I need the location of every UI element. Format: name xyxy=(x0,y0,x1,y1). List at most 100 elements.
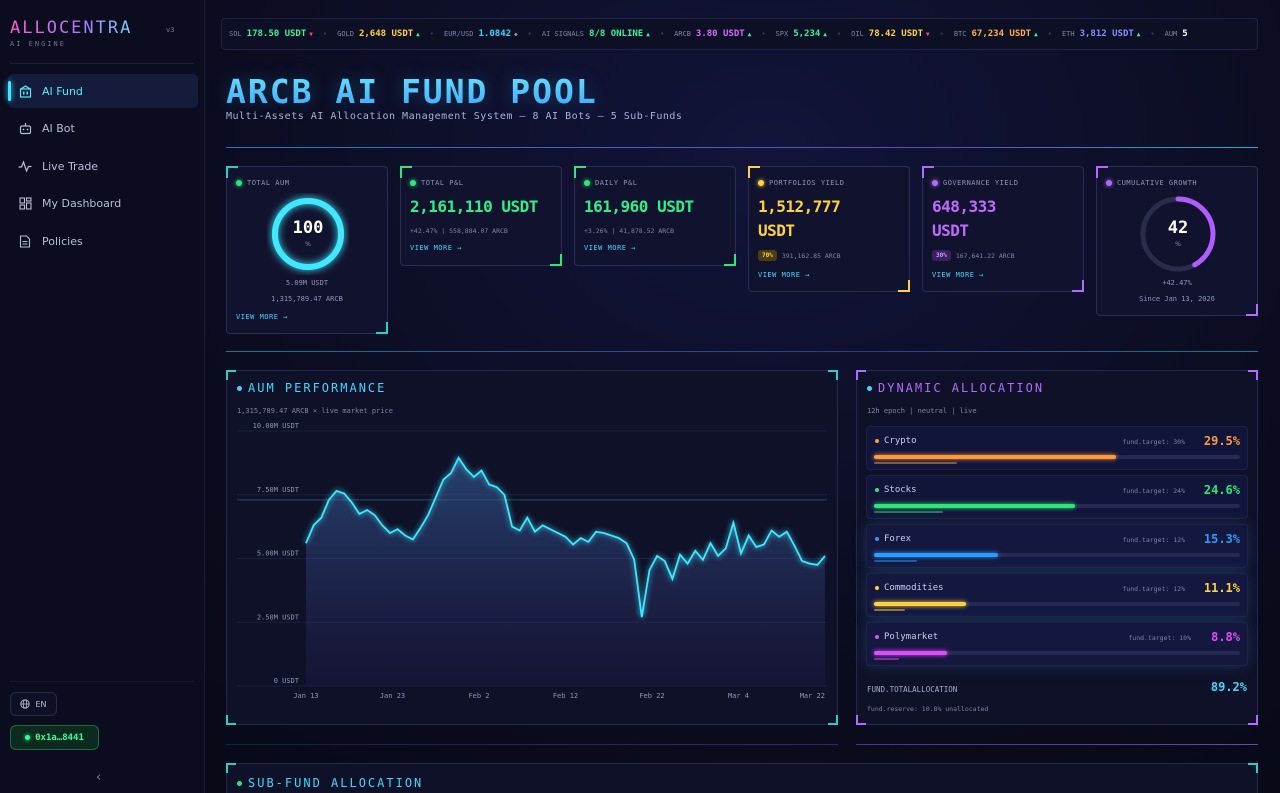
view-more-link[interactable]: VIEW MORE → xyxy=(584,244,636,252)
status-dot xyxy=(25,735,31,740)
y-tick-label: 2.50M USDT xyxy=(257,613,300,621)
card-label: CUMULATIVE GROWTH xyxy=(1106,179,1197,187)
wallet-button[interactable]: 0x1a…8441 xyxy=(10,725,99,750)
daily-pl-sub: +3.26% | 41,878.52 ARCB xyxy=(584,227,675,235)
sidebar-item-live-trade[interactable]: Live Trade xyxy=(8,149,198,183)
sidebar-item-ai-fund[interactable]: AI Fund xyxy=(8,74,198,108)
card-label-text: TOTAL P&L xyxy=(421,179,464,187)
ticker-direction-icon: ▲ xyxy=(646,30,650,38)
card-label-text: GOVERNANCE YIELD xyxy=(943,179,1019,187)
sidebar-item-ai-bot[interactable]: AI Bot xyxy=(8,112,198,146)
chevron-left-icon: ‹ xyxy=(96,770,102,785)
y-tick-label: 5.00M USDT xyxy=(257,550,300,558)
y-tick-label: 7.50M USDT xyxy=(257,486,300,494)
allocation-target-fill xyxy=(874,658,900,660)
y-tick-label: 0 USDT xyxy=(274,677,300,685)
growth-ring: 42 % xyxy=(1137,193,1219,275)
page-subtitle: Multi-Assets AI Allocation Management Sy… xyxy=(226,111,683,122)
ticker-separator: • xyxy=(659,30,665,38)
section-divider xyxy=(226,351,1258,352)
growth-since: Since Jan 13, 2026 xyxy=(1139,295,1215,303)
ticker-separator: • xyxy=(429,30,434,38)
allocation-name: Commodities xyxy=(875,583,944,593)
aum-arcb: 1,315,789.47 ARCB xyxy=(271,295,343,303)
ticker-value: 5,234 xyxy=(793,29,821,39)
x-tick-label: Feb 12 xyxy=(553,692,578,700)
growth-percent: +42.47% xyxy=(1162,279,1192,287)
ticker-value: 1.0842 xyxy=(478,29,512,39)
app-root: ALLOCENTRA v3 AI ENGINE AI Fund AI Bot L… xyxy=(0,0,1280,793)
allocation-name-text: Commodities xyxy=(884,583,944,593)
sidebar-item-label: AI Bot xyxy=(42,122,75,135)
panel-title: DYNAMIC ALLOCATION xyxy=(867,381,1044,395)
allocation-row[interactable]: Stocks fund.target: 24% 24.6% xyxy=(866,475,1248,519)
brand-subtitle: AI ENGINE xyxy=(10,40,66,48)
building-icon xyxy=(18,84,32,98)
ticker-separator: • xyxy=(836,30,842,38)
view-more-link[interactable]: VIEW MORE → xyxy=(236,313,288,321)
allocation-fill xyxy=(874,455,1116,459)
card-label: TOTAL P&L xyxy=(410,179,463,187)
document-icon xyxy=(18,234,32,248)
ticker-direction-icon: ◆ xyxy=(514,30,518,38)
allocation-track xyxy=(874,602,1240,606)
allocation-row[interactable]: Polymarket fund.target: 10% 8.8% xyxy=(866,622,1248,666)
allocation-target: fund.target: 12% xyxy=(1122,585,1185,593)
governance-yield-unit: USDT xyxy=(932,221,969,240)
allocation-track xyxy=(874,504,1240,508)
sidebar-item-my-dashboard[interactable]: My Dashboard xyxy=(8,187,198,221)
bot-icon xyxy=(18,122,32,136)
total-pl-value: 2,161,110 USDT xyxy=(410,197,538,216)
ring-unit: % xyxy=(305,241,311,248)
allocation-row[interactable]: Commodities fund.target: 12% 11.1% xyxy=(866,573,1248,617)
allocation-target-fill xyxy=(874,560,917,562)
total-allocation-label: FUND.TOTALALLOCATION xyxy=(867,685,958,694)
view-more-link[interactable]: VIEW MORE → xyxy=(758,271,810,279)
daily-pl-card: DAILY P&L 161,960 USDT +3.26% | 41,878.5… xyxy=(574,166,736,266)
status-dot xyxy=(236,180,242,186)
brand-name: ALLOCENTRA xyxy=(10,18,133,38)
status-dot xyxy=(237,385,242,391)
allocation-target-fill xyxy=(874,609,906,611)
card-label-text: PORTFOLIOS YIELD xyxy=(769,179,845,187)
status-dot xyxy=(875,439,879,443)
allocation-percent: 24.6% xyxy=(1203,483,1240,497)
aum-chart: 10.00M USDT 7.50M USDT 5.00M USDT 2.50M USD… xyxy=(237,422,827,700)
collapse-sidebar-button[interactable]: ‹ xyxy=(96,770,101,785)
brand-version: v3 xyxy=(166,26,175,34)
ticker-item: BTC 67,234 USDT ▲ xyxy=(954,29,1038,39)
sidebar-item-policies[interactable]: Policies xyxy=(8,224,198,258)
allocation-name: Polymarket xyxy=(875,632,938,642)
status-dot xyxy=(875,537,879,541)
divider xyxy=(10,681,194,682)
corner xyxy=(856,715,866,725)
allocation-fill xyxy=(874,651,948,655)
view-more-link[interactable]: VIEW MORE → xyxy=(932,271,984,279)
panel-title-text: SUB-FUND ALLOCATION xyxy=(248,776,424,790)
panel-subtitle: 12h epoch | neutral | live xyxy=(867,407,977,415)
corner xyxy=(828,370,838,380)
ticker-symbol: BTC xyxy=(953,30,967,38)
ticker-value: 3,812 USDT xyxy=(1079,29,1134,39)
corner xyxy=(1248,715,1258,725)
section-divider xyxy=(856,744,1258,745)
governance-yield-card: GOVERNANCE YIELD 648,333 USDT 30% 167,64… xyxy=(922,166,1084,292)
ticker-symbol: EUR/USD xyxy=(444,30,474,38)
language-label: EN xyxy=(35,699,47,709)
brand: ALLOCENTRA v3 AI ENGINE xyxy=(10,18,174,48)
x-tick-label: Feb 2 xyxy=(468,692,489,700)
allocation-row[interactable]: Forex fund.target: 12% 15.3% xyxy=(866,524,1248,568)
allocation-fill xyxy=(874,602,966,606)
view-more-link[interactable]: VIEW MORE → xyxy=(410,244,462,252)
ticker-item: ARCB 3.80 USDT ▲ xyxy=(674,29,751,39)
card-label: GOVERNANCE YIELD xyxy=(932,179,1018,187)
ticker-value: 5 xyxy=(1182,29,1188,39)
allocation-percent: 8.8% xyxy=(1211,630,1240,644)
allocation-target: fund.target: 30% xyxy=(1122,438,1185,446)
ticker-item: GOLD 2,648 USDT ▲ xyxy=(337,29,420,39)
allocation-row[interactable]: Crypto fund.target: 30% 29.5% xyxy=(866,426,1248,470)
language-button[interactable]: EN xyxy=(10,692,57,716)
ticker-item: AUM 5 xyxy=(1165,29,1191,39)
globe-icon xyxy=(20,699,31,709)
sidebar: ALLOCENTRA v3 AI ENGINE AI Fund AI Bot L… xyxy=(0,0,205,793)
